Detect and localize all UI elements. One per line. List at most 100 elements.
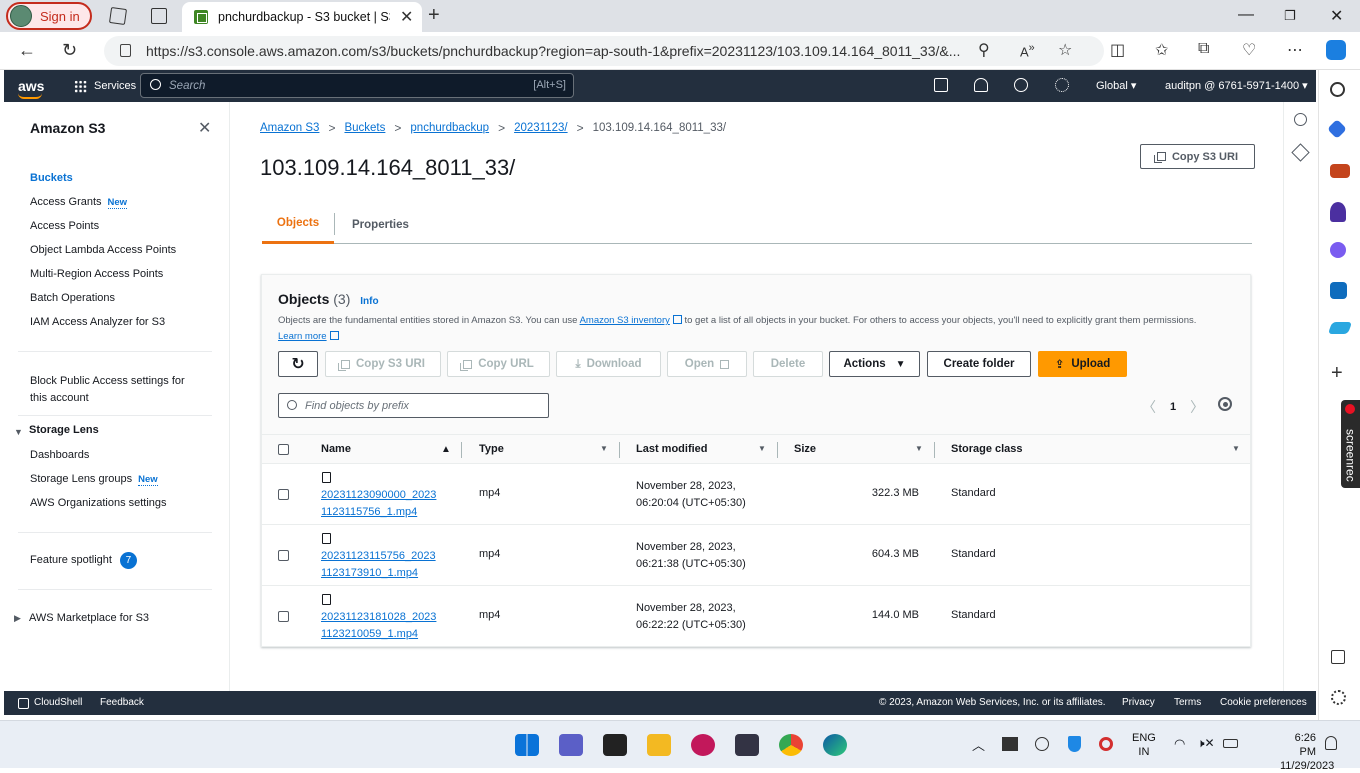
row-checkbox[interactable] bbox=[278, 611, 289, 622]
settings-gear-icon[interactable] bbox=[1055, 78, 1069, 92]
wifi-icon[interactable]: ◠ bbox=[1174, 736, 1185, 752]
screenrec-tag[interactable]: screenrec bbox=[1341, 400, 1360, 488]
copy-s3-uri-button[interactable]: Copy S3 URI bbox=[325, 351, 441, 377]
sort-caret-icon[interactable]: ▼ bbox=[758, 444, 766, 453]
workspaces-icon[interactable] bbox=[108, 6, 128, 26]
url-field[interactable]: https://s3.console.aws.amazon.com/s3/buc… bbox=[104, 36, 1104, 66]
object-name-link[interactable]: 20231123181028_2023 1123210059_1.mp4 bbox=[321, 609, 451, 643]
more-options-icon[interactable]: ⋯ bbox=[1287, 40, 1303, 60]
refresh-button[interactable]: ↻ bbox=[278, 351, 318, 377]
breadcrumb-date-folder[interactable]: 20231123/ bbox=[514, 122, 568, 134]
favorites-icon[interactable]: ✩ bbox=[1155, 40, 1168, 60]
create-folder-button[interactable]: Create folder bbox=[927, 351, 1031, 377]
learn-more-link[interactable]: Learn more bbox=[278, 331, 339, 342]
col-storage-class[interactable]: Storage class bbox=[951, 443, 1023, 455]
sidebar-item-object-lambda[interactable]: Object Lambda Access Points bbox=[30, 244, 176, 256]
notifications-bell-icon[interactable] bbox=[974, 78, 988, 92]
sort-caret-icon[interactable]: ▼ bbox=[600, 444, 608, 453]
next-page-icon[interactable]: 〉 bbox=[1190, 397, 1204, 417]
tab-objects[interactable]: Objects bbox=[262, 205, 334, 244]
object-name-link[interactable]: 20231123115756_2023 1123173910_1.mp4 bbox=[321, 548, 451, 582]
find-objects-input[interactable]: Find objects by prefix bbox=[278, 393, 549, 418]
sidebar-item-iam-analyzer[interactable]: IAM Access Analyzer for S3 bbox=[30, 316, 165, 328]
zoom-icon[interactable]: ⚲ bbox=[978, 40, 990, 60]
sticky-app-icon[interactable] bbox=[603, 734, 627, 756]
upload-button[interactable]: ⇪ Upload bbox=[1038, 351, 1127, 377]
info-link[interactable]: Info bbox=[360, 296, 378, 307]
outlook-icon[interactable] bbox=[1330, 282, 1347, 299]
sidebar-item-block-public-access[interactable]: Block Public Access settings for this ac… bbox=[30, 373, 185, 407]
sidebar-item-feature-spotlight[interactable]: Feature spotlight 7 bbox=[30, 552, 137, 569]
tray-app-icon[interactable] bbox=[1035, 737, 1049, 751]
minimize-icon[interactable]: — bbox=[1238, 6, 1254, 24]
start-windows-icon[interactable] bbox=[515, 734, 539, 756]
close-sidebar-icon[interactable]: ✕ bbox=[198, 118, 211, 138]
breadcrumb-buckets[interactable]: Buckets bbox=[344, 122, 385, 134]
table-row[interactable]: 20231123181028_2023 1123210059_1.mp4 mp4 … bbox=[262, 586, 1250, 647]
record-icon[interactable] bbox=[1099, 737, 1113, 751]
col-name[interactable]: Name bbox=[321, 443, 351, 455]
table-row[interactable]: 20231123090000_2023 1123115756_1.mp4 mp4 … bbox=[262, 464, 1250, 525]
settings-gear-icon[interactable] bbox=[1331, 690, 1346, 705]
settings-panel-icon[interactable] bbox=[1291, 143, 1310, 162]
storage-lens-header[interactable]: Storage Lens bbox=[29, 424, 99, 436]
copilot-icon[interactable] bbox=[1326, 40, 1346, 60]
cloudshell-link[interactable]: CloudShell bbox=[34, 697, 82, 708]
help-icon[interactable] bbox=[1014, 78, 1028, 92]
teams-icon[interactable] bbox=[559, 734, 583, 756]
tools-icon[interactable] bbox=[1330, 164, 1350, 178]
row-checkbox[interactable] bbox=[278, 550, 289, 561]
sidebar-item-buckets[interactable]: Buckets bbox=[30, 172, 73, 184]
sidebar-item-dashboards[interactable]: Dashboards bbox=[30, 449, 89, 461]
collections-icon[interactable]: ⧉ bbox=[1198, 40, 1209, 58]
breadcrumb-bucket[interactable]: pnchurdbackup bbox=[410, 122, 489, 134]
row-checkbox[interactable] bbox=[278, 489, 289, 500]
camera-app-icon[interactable] bbox=[735, 734, 759, 756]
copy-s3-uri-header-button[interactable]: Copy S3 URI bbox=[1140, 144, 1255, 169]
microsoft-365-icon[interactable] bbox=[1330, 242, 1346, 258]
games-icon[interactable] bbox=[1330, 202, 1346, 222]
file-explorer-icon[interactable] bbox=[647, 734, 671, 756]
open-button[interactable]: Open bbox=[667, 351, 747, 377]
sort-ascending-icon[interactable]: ▲ bbox=[441, 444, 451, 455]
volume-muted-icon[interactable]: 🕨✕ bbox=[1197, 736, 1215, 751]
sidebar-item-batch-operations[interactable]: Batch Operations bbox=[30, 292, 115, 304]
col-last-modified[interactable]: Last modified bbox=[636, 443, 708, 455]
info-panel-icon[interactable] bbox=[1294, 113, 1307, 126]
actions-dropdown[interactable]: Actions ▼ bbox=[829, 351, 920, 377]
sidebar-item-storage-lens-groups[interactable]: Storage Lens groups New bbox=[30, 473, 158, 486]
add-icon[interactable]: + bbox=[1331, 362, 1343, 385]
edge-icon[interactable] bbox=[823, 734, 847, 756]
tab-properties[interactable]: Properties bbox=[352, 205, 409, 244]
sidebar-item-marketplace[interactable]: AWS Marketplace for S3 bbox=[29, 612, 149, 624]
tray-app-icon[interactable] bbox=[1002, 737, 1018, 751]
inventory-link[interactable]: Amazon S3 inventory bbox=[580, 315, 682, 326]
search-input[interactable]: Search [Alt+S] bbox=[140, 73, 574, 98]
sidebar-item-multi-region[interactable]: Multi-Region Access Points bbox=[30, 268, 163, 280]
read-aloud-icon[interactable]: A» bbox=[1020, 42, 1035, 59]
delete-button[interactable]: Delete bbox=[753, 351, 823, 377]
feedback-link[interactable]: Feedback bbox=[100, 697, 144, 708]
sign-in-button[interactable]: Sign in bbox=[6, 2, 92, 30]
select-all-checkbox[interactable] bbox=[278, 444, 289, 455]
chrome-icon[interactable] bbox=[779, 734, 803, 756]
sort-caret-icon[interactable]: ▼ bbox=[1232, 444, 1240, 453]
tray-overflow-icon[interactable]: ︿ bbox=[972, 735, 985, 754]
restore-icon[interactable]: ❐ bbox=[1284, 8, 1296, 24]
language-indicator[interactable]: ENG IN bbox=[1132, 731, 1156, 759]
clock[interactable]: 6:26 PM 11/29/2023 bbox=[1280, 731, 1334, 773]
table-preferences-gear-icon[interactable] bbox=[1218, 397, 1232, 411]
region-selector[interactable]: Global ▾ bbox=[1096, 79, 1136, 92]
prev-page-icon[interactable]: 〈 bbox=[1142, 397, 1156, 417]
favorite-star-icon[interactable]: ☆ bbox=[1058, 40, 1072, 60]
expand-caret-icon[interactable]: ▶ bbox=[14, 613, 21, 624]
sort-caret-icon[interactable]: ▼ bbox=[915, 444, 923, 453]
sidebar-item-access-grants[interactable]: Access Grants New bbox=[30, 196, 128, 209]
notification-bell-icon[interactable] bbox=[1325, 736, 1337, 750]
split-screen-icon[interactable]: ◫ bbox=[1110, 40, 1125, 60]
shopping-tag-icon[interactable] bbox=[1327, 119, 1347, 139]
services-menu[interactable]: Services bbox=[74, 79, 136, 93]
browser-essentials-icon[interactable]: ♡ bbox=[1242, 40, 1256, 60]
copy-url-button[interactable]: Copy URL bbox=[447, 351, 550, 377]
download-button[interactable]: ⤓ Download bbox=[556, 351, 661, 377]
